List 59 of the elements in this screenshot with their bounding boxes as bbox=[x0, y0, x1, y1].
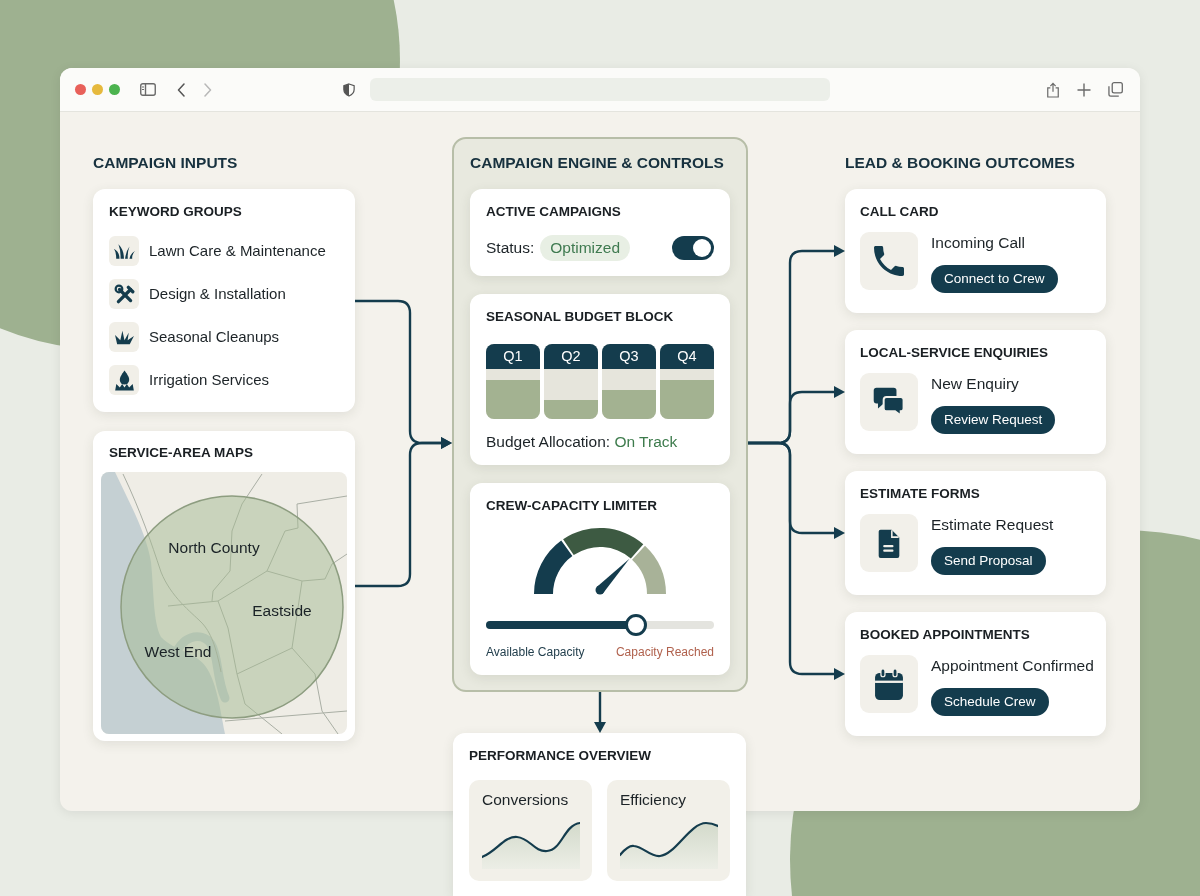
keyword-label: Lawn Care & Maintenance bbox=[149, 241, 326, 261]
share-icon[interactable] bbox=[1046, 81, 1060, 98]
water-drop-icon bbox=[109, 365, 139, 395]
shield-icon[interactable] bbox=[343, 82, 355, 97]
grass-icon bbox=[109, 236, 139, 266]
card-title: CALL CARD bbox=[860, 203, 940, 221]
metric-label: Conversions bbox=[482, 790, 570, 810]
section-heading: CAMPAIGN INPUTS bbox=[93, 153, 239, 173]
area-label: North County bbox=[168, 538, 260, 558]
action-button[interactable]: Schedule Crew bbox=[931, 688, 1049, 716]
keyword-label: Seasonal Cleanups bbox=[149, 327, 280, 347]
status-value: Optimized bbox=[540, 235, 631, 261]
card-title: ESTIMATE FORMS bbox=[860, 485, 981, 503]
calendar-icon bbox=[860, 655, 918, 713]
card-title: CREW-CAPACITY LIMITER bbox=[486, 497, 658, 515]
plus-icon[interactable] bbox=[1077, 82, 1091, 97]
capacity-slider[interactable] bbox=[486, 614, 714, 636]
action-button[interactable]: Review Request bbox=[931, 406, 1056, 434]
quarter-label: Q2 bbox=[544, 344, 598, 369]
keyword-label: Irrigation Services bbox=[149, 370, 270, 390]
plant-icon bbox=[109, 322, 139, 352]
action-button[interactable]: Connect to Crew bbox=[931, 265, 1058, 293]
area-label: West End bbox=[144, 642, 212, 662]
quarter-label: Q3 bbox=[602, 344, 656, 369]
outcome-label: Appointment Confirmed bbox=[931, 656, 1094, 676]
outcome-label: New Enquiry bbox=[931, 374, 1019, 394]
slider-max-label: Capacity Reached bbox=[615, 644, 714, 660]
card-title: SERVICE-AREA MAPS bbox=[108, 444, 255, 462]
slider-min-label: Available Capacity bbox=[486, 644, 585, 660]
sidebar-icon[interactable] bbox=[140, 83, 156, 96]
outcome-label: Estimate Request bbox=[931, 515, 1054, 535]
back-icon[interactable] bbox=[177, 82, 185, 97]
document-icon bbox=[860, 514, 918, 572]
slider-thumb[interactable] bbox=[625, 614, 648, 636]
close-icon[interactable] bbox=[75, 84, 86, 95]
status-label: Status: bbox=[486, 238, 535, 258]
card-title: BOOKED APPOINTMENTS bbox=[860, 626, 1031, 644]
card-title: KEYWORD GROUPS bbox=[109, 203, 243, 221]
keyword-label: Design & Installation bbox=[149, 284, 286, 304]
quarter-label: Q4 bbox=[660, 344, 714, 369]
card-title: SEASONAL BUDGET BLOCK bbox=[486, 308, 675, 326]
area-label: Eastside bbox=[252, 601, 312, 621]
phone-icon bbox=[860, 232, 918, 290]
card-title: LOCAL-SERVICE ENQUIRIES bbox=[860, 344, 1050, 362]
outcome-label: Incoming Call bbox=[931, 233, 1025, 253]
card-title: PERFORMANCE OVERVIEW bbox=[469, 747, 653, 765]
action-button[interactable]: Send Proposal bbox=[931, 547, 1046, 575]
tabs-icon[interactable] bbox=[1108, 82, 1123, 97]
budget-allocation-text: Budget Allocation: On Track bbox=[486, 432, 679, 452]
section-heading: LEAD & BOOKING OUTCOMES bbox=[845, 153, 1076, 173]
campaign-toggle[interactable] bbox=[672, 236, 714, 260]
section-heading: CAMPAIGN ENGINE & CONTROLS bbox=[470, 153, 725, 173]
maximize-icon[interactable] bbox=[109, 84, 120, 95]
connector-arrow bbox=[594, 692, 606, 733]
quarter-label: Q1 bbox=[486, 344, 540, 369]
metric-label: Efficiency bbox=[620, 790, 688, 810]
tools-icon bbox=[109, 279, 139, 309]
card-title: ACTIVE CAMPAIGNS bbox=[486, 203, 622, 221]
chat-icon bbox=[860, 373, 918, 431]
